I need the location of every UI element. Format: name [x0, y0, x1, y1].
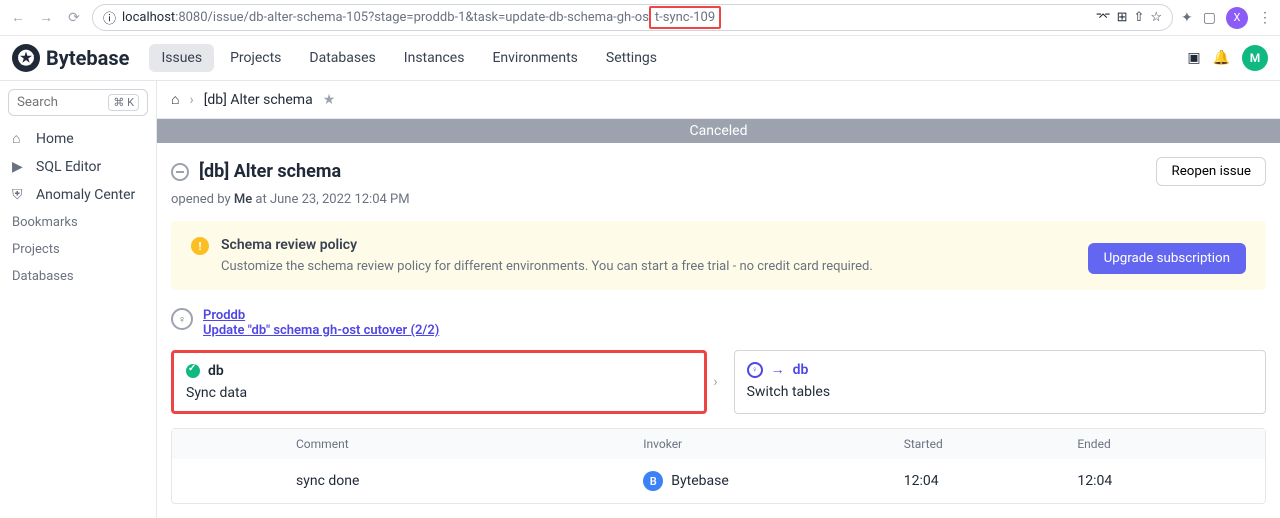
app-header: ✪ Bytebase Issues Projects Databases Ins…: [0, 36, 1280, 81]
sidebar-sql-label: SQL Editor: [36, 159, 101, 175]
schema-desc: Customize the schema review policy for d…: [221, 259, 873, 274]
task-cards: db Sync data › ♀ → db Switch tables: [171, 350, 1266, 414]
url-host: localhost: [122, 10, 175, 25]
sidebar-databases[interactable]: Databases: [8, 263, 148, 290]
tab-issues[interactable]: Issues: [149, 44, 214, 72]
search-shortcut: ⌘ K: [108, 94, 139, 111]
upgrade-button[interactable]: Upgrade subscription: [1088, 243, 1246, 274]
terminal-icon[interactable]: ▣: [1187, 50, 1200, 66]
user-icon: ♀: [747, 362, 763, 378]
user-avatar[interactable]: M: [1242, 45, 1268, 71]
row-invoker: Bytebase: [671, 473, 728, 489]
content: ⌂ › [db] Alter schema ★ Canceled [db] Al…: [157, 81, 1280, 518]
logo[interactable]: ✪ Bytebase: [12, 44, 129, 72]
warning-icon: !: [191, 237, 209, 255]
tab-databases[interactable]: Databases: [297, 44, 387, 72]
opened-at: at June 23, 2022 12:04 PM: [252, 192, 409, 207]
star-icon[interactable]: ☆: [1150, 10, 1162, 25]
info-icon: ⓘ: [103, 8, 116, 27]
url-path: :8080/issue/db-alter-schema-105?stage=pr…: [175, 10, 649, 25]
header-right: ▣ 🔔 M: [1187, 45, 1268, 71]
chevron-right-icon: ›: [713, 350, 717, 414]
sidebar-anomaly[interactable]: ⛨ Anomaly Center: [8, 181, 148, 209]
invoker-badge: B: [643, 471, 663, 491]
task-name: Switch tables: [747, 384, 1253, 400]
sidebar-bookmarks[interactable]: Bookmarks: [8, 209, 148, 236]
task-name: Sync data: [186, 385, 692, 401]
url-highlighted: t-sync-109: [649, 6, 721, 29]
row-started: 12:04: [904, 473, 1078, 489]
stage-info: ♀ Proddb Update "db" schema gh-ost cutov…: [171, 304, 1266, 350]
breadcrumb: ⌂ › [db] Alter schema ★: [157, 81, 1280, 119]
row-ended: 12:04: [1077, 473, 1251, 489]
key-icon[interactable]: ⌤: [1096, 10, 1111, 25]
table-header: Comment Invoker Started Ended: [172, 429, 1265, 459]
arrow-icon: →: [771, 361, 785, 378]
user-circle-icon: ♀: [171, 308, 193, 330]
tab-environments[interactable]: Environments: [480, 44, 589, 72]
breadcrumb-sep: ›: [189, 92, 193, 108]
breadcrumb-home-icon[interactable]: ⌂: [171, 91, 179, 108]
stage-env-link[interactable]: Proddb: [203, 308, 439, 323]
tab-projects[interactable]: Projects: [218, 44, 293, 72]
col-ended: Ended: [1077, 437, 1251, 451]
bell-icon[interactable]: 🔔: [1213, 50, 1230, 66]
activity-table: Comment Invoker Started Ended sync done …: [171, 428, 1266, 504]
task-db-link[interactable]: db: [793, 362, 809, 378]
sidebar-anomaly-label: Anomaly Center: [36, 187, 135, 203]
search-box[interactable]: ⌘ K: [8, 89, 148, 116]
author-link[interactable]: Me: [234, 192, 252, 207]
forward-icon[interactable]: →: [36, 8, 56, 28]
extension-icons: ✦ ▢ X ⋮: [1181, 7, 1272, 29]
sidebar-home[interactable]: ⌂ Home: [8, 124, 148, 153]
task-card-switch[interactable]: ♀ → db Switch tables: [734, 350, 1266, 414]
col-started: Started: [904, 437, 1078, 451]
url-bar[interactable]: ⓘ localhost:8080/issue/db-alter-schema-1…: [92, 4, 1173, 31]
col-comment: Comment: [296, 437, 643, 451]
canceled-icon: [171, 163, 189, 181]
check-icon: [186, 364, 200, 378]
tab-settings[interactable]: Settings: [594, 44, 669, 72]
logo-text: Bytebase: [46, 46, 129, 70]
stage-task-link[interactable]: Update "db" schema gh-ost cutover (2/2): [203, 323, 439, 338]
sidebar-projects[interactable]: Projects: [8, 236, 148, 263]
logo-icon: ✪: [12, 44, 40, 72]
search-input[interactable]: [17, 95, 108, 110]
translate-icon[interactable]: ⊞: [1117, 10, 1128, 25]
status-banner: Canceled: [157, 119, 1280, 143]
profile-avatar[interactable]: X: [1226, 7, 1248, 29]
table-row: sync done B Bytebase 12:04 12:04: [172, 459, 1265, 503]
bookmark-star-icon[interactable]: ★: [323, 92, 336, 108]
schema-title: Schema review policy: [221, 237, 873, 253]
reload-icon[interactable]: ⟳: [64, 8, 84, 28]
more-icon[interactable]: ⋮: [1258, 10, 1272, 26]
col-invoker: Invoker: [643, 437, 903, 451]
browser-chrome: ← → ⟳ ⓘ localhost:8080/issue/db-alter-sc…: [0, 0, 1280, 36]
share-icon[interactable]: ⇧: [1133, 10, 1144, 25]
url-text: localhost:8080/issue/db-alter-schema-105…: [122, 10, 1090, 25]
issue-header: [db] Alter schema Reopen issue: [171, 157, 1266, 186]
reopen-button[interactable]: Reopen issue: [1156, 157, 1266, 186]
back-icon[interactable]: ←: [8, 8, 28, 28]
sidebar-home-label: Home: [36, 131, 74, 147]
sidebar: ⌘ K ⌂ Home ▶ SQL Editor ⛨ Anomaly Center Bo…: [0, 81, 157, 518]
opened-by-label: opened by: [171, 192, 234, 207]
issue-title: [db] Alter schema: [199, 161, 341, 182]
sidebar-sql-editor[interactable]: ▶ SQL Editor: [8, 153, 148, 181]
puzzle-icon[interactable]: ✦: [1181, 10, 1193, 26]
task-card-sync[interactable]: db Sync data: [171, 350, 707, 414]
panel-icon[interactable]: ▢: [1203, 10, 1216, 26]
row-comment: sync done: [296, 473, 643, 489]
tab-instances[interactable]: Instances: [392, 44, 477, 72]
nav-tabs: Issues Projects Databases Instances Envi…: [149, 44, 669, 72]
home-icon: ⌂: [12, 130, 28, 147]
task-db-name: db: [208, 363, 224, 379]
issue-meta: opened by Me at June 23, 2022 12:04 PM: [171, 192, 1266, 207]
shield-icon: ⛨: [12, 187, 28, 203]
terminal-icon: ▶: [12, 159, 28, 175]
schema-review-banner: ! Schema review policy Customize the sch…: [171, 221, 1266, 290]
breadcrumb-title[interactable]: [db] Alter schema: [204, 92, 313, 108]
